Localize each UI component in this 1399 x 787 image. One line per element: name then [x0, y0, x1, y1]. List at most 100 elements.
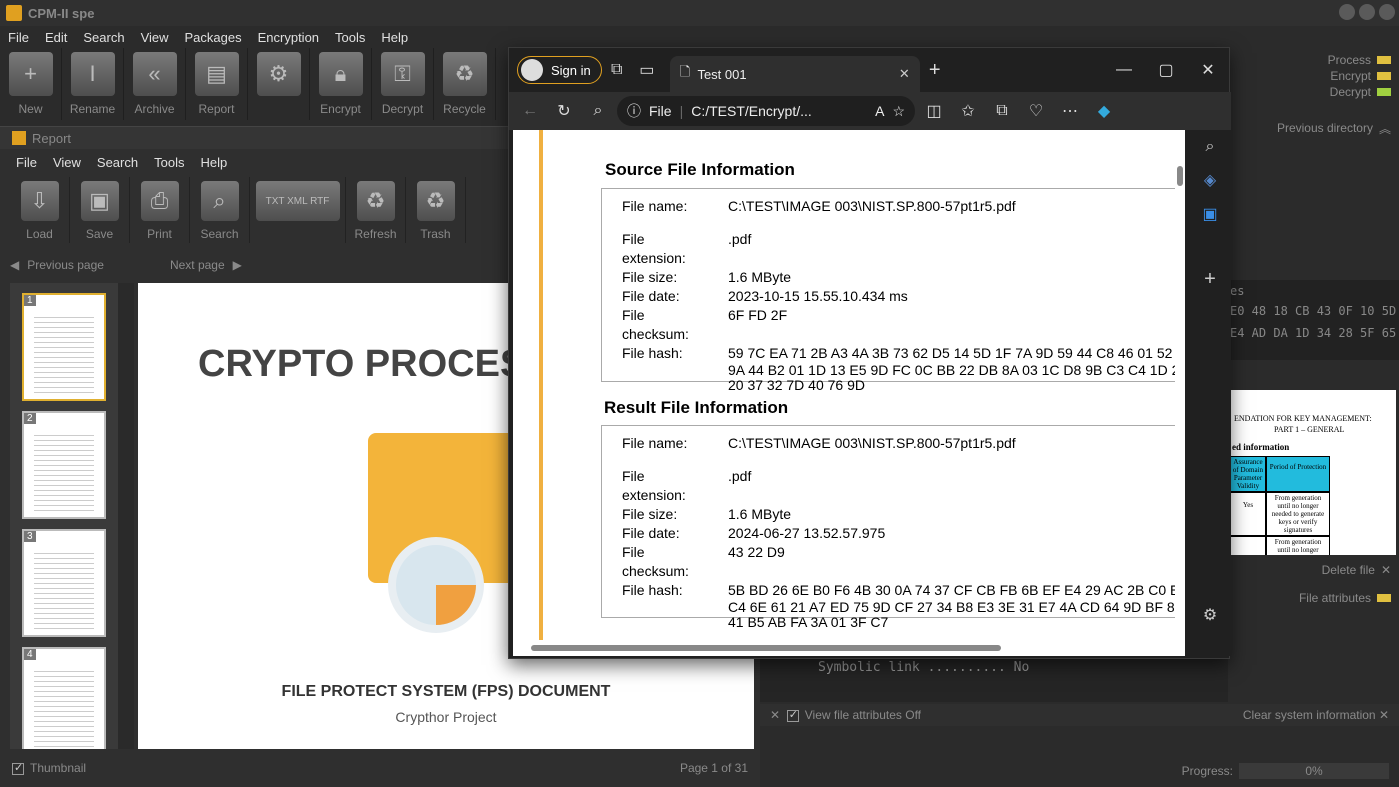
address-separator: |: [679, 103, 684, 119]
document-subtitle: Crypthor Project: [395, 709, 497, 725]
address-bar[interactable]: ⓘ File | C:/TEST/Encrypt/... A ☆: [617, 96, 915, 126]
rename-button[interactable]: I Rename: [62, 48, 124, 120]
workspaces-icon[interactable]: ⧉: [602, 55, 632, 85]
previous-directory-button[interactable]: Previous directory ︽: [1228, 120, 1399, 136]
thumbnail-page[interactable]: 2: [22, 411, 106, 519]
add-sidebar-icon[interactable]: +: [1204, 268, 1216, 291]
tab-close-icon[interactable]: ✕: [899, 66, 910, 82]
favorites-icon[interactable]: ✩: [953, 96, 983, 126]
report-menu-help[interactable]: Help: [192, 155, 235, 170]
search-icon[interactable]: ⌕: [1206, 138, 1215, 156]
report-button[interactable]: ▤ Report: [186, 48, 248, 120]
menu-help[interactable]: Help: [373, 30, 416, 45]
delete-file-label: Delete file: [1321, 563, 1375, 577]
save-button[interactable]: ▣ Save: [70, 177, 130, 243]
trash-button[interactable]: ♻ Trash: [406, 177, 466, 243]
report-search-button[interactable]: ⌕ Search: [190, 177, 250, 243]
minimize-icon[interactable]: [1339, 4, 1355, 20]
scroll-thumb[interactable]: [1177, 166, 1183, 186]
thumbnail-number: 2: [24, 413, 36, 424]
browser-tab[interactable]: 🗋 Test 001 ✕: [669, 56, 920, 92]
collections-icon[interactable]: ⧉: [987, 96, 1017, 126]
app-title: CPM-II spe: [28, 5, 95, 21]
browser-essentials-icon[interactable]: ♡: [1021, 96, 1051, 126]
avatar-icon: [521, 59, 543, 81]
split-screen-icon[interactable]: ◫: [919, 96, 949, 126]
previous-page-icon[interactable]: ◀: [10, 258, 19, 272]
info-value: 1.6 MByte: [728, 506, 792, 522]
menu-search[interactable]: Search: [75, 30, 132, 45]
new-button[interactable]: + New: [0, 48, 62, 120]
clear-system-info-button[interactable]: Clear system information ✕: [1243, 708, 1389, 722]
read-aloud-icon[interactable]: A: [875, 103, 884, 119]
report-menu-search[interactable]: Search: [89, 155, 146, 170]
menu-edit[interactable]: Edit: [37, 30, 75, 45]
new-icon: +: [8, 52, 53, 96]
previous-page-button[interactable]: Previous page: [27, 258, 104, 272]
refresh-button[interactable]: ♻ Refresh: [346, 177, 406, 243]
load-button[interactable]: ⇩ Load: [10, 177, 70, 243]
info-row: File name: C:\TEST\IMAGE 003\NIST.SP.800-…: [602, 434, 1181, 453]
report-menu-tools[interactable]: Tools: [146, 155, 192, 170]
back-icon[interactable]: ←: [515, 96, 545, 126]
report-menu-view[interactable]: View: [45, 155, 89, 170]
copilot-sidebar-icon[interactable]: ◈: [1204, 170, 1216, 190]
hex-line: E4 AD DA 1D 34 28 5F 65: [1230, 326, 1397, 340]
menu-packages[interactable]: Packages: [177, 30, 250, 45]
menu-tools[interactable]: Tools: [327, 30, 373, 45]
up-chevron-icon: ︽: [1378, 121, 1391, 136]
outlook-icon[interactable]: ▣: [1202, 204, 1217, 224]
thumbnail-page[interactable]: 4: [22, 647, 106, 749]
accent-bar: [539, 130, 543, 640]
minimize-icon[interactable]: —: [1109, 55, 1139, 85]
thumbnail-page[interactable]: 1: [22, 293, 106, 401]
tab-actions-icon[interactable]: ▭: [632, 55, 662, 85]
settings-gear-icon[interactable]: ⚙: [1203, 605, 1217, 625]
archive-button[interactable]: « Archive: [124, 48, 186, 120]
export-formats-icon: TXT XML RTF: [255, 181, 340, 221]
page-content: Source File Information File name: C:\TES…: [513, 130, 1185, 656]
thumbnail-toggle[interactable]: Thumbnail: [12, 761, 86, 775]
encrypt-label-r: Encrypt: [1330, 69, 1371, 83]
preview-cell: [1230, 536, 1266, 555]
report-menu-file[interactable]: File: [8, 155, 45, 170]
decrypt-label-r: Decrypt: [1329, 85, 1371, 99]
print-button[interactable]: ⎙ Print: [130, 177, 190, 243]
delete-file-button[interactable]: Delete file ✕: [1228, 562, 1399, 578]
info-value: 2024-06-27 13.52.57.975: [728, 525, 886, 541]
next-page-button[interactable]: Next page: [170, 258, 225, 272]
favorite-star-icon[interactable]: ☆: [892, 103, 905, 120]
address-path: C:/TEST/Encrypt/...: [691, 103, 812, 119]
thumbnail-scrollbar[interactable]: [118, 283, 134, 749]
scroll-thumb[interactable]: [531, 645, 1001, 651]
thumbnail-preview: [34, 667, 94, 747]
encrypt-button[interactable]: 🔒︎ Encrypt: [310, 48, 372, 120]
more-options-icon[interactable]: ⋯: [1055, 96, 1085, 126]
maximize-icon[interactable]: ▢: [1151, 55, 1181, 85]
view-attributes-toggle[interactable]: ✕ View file attributes Off: [770, 708, 921, 722]
attributes-bar: ✕ View file attributes Off Clear system …: [760, 704, 1399, 726]
reload-icon[interactable]: ↻: [549, 96, 579, 126]
decrypt-button[interactable]: ⚿ Decrypt: [372, 48, 434, 120]
horizontal-scrollbar[interactable]: [513, 640, 1175, 656]
copilot-icon[interactable]: ◆: [1089, 96, 1119, 126]
recycle-button[interactable]: ♻ Recycle: [434, 48, 496, 120]
search-icon[interactable]: ⌕: [583, 96, 613, 126]
tools-button[interactable]: ⚙: [248, 48, 310, 120]
close-icon[interactable]: ✕: [1193, 55, 1223, 85]
thumbnail-page[interactable]: 3: [22, 529, 106, 637]
info-row: File hash: 5B BD 26 6E B0 F6 4B 30 0A 74 …: [602, 581, 1183, 600]
menu-encryption[interactable]: Encryption: [250, 30, 327, 45]
sign-in-button[interactable]: Sign in: [517, 56, 602, 84]
result-section-title: Result File Information: [604, 398, 789, 417]
new-tab-icon[interactable]: +: [920, 55, 950, 85]
next-page-icon[interactable]: ▶: [233, 258, 242, 272]
menu-file[interactable]: File: [0, 30, 37, 45]
close-icon[interactable]: [1379, 4, 1395, 20]
archive-label: Archive: [134, 102, 175, 116]
vertical-scrollbar[interactable]: [1175, 130, 1185, 640]
export-formats-button[interactable]: TXT XML RTF: [250, 177, 346, 243]
menu-view[interactable]: View: [133, 30, 177, 45]
preview-col-header: Period of Protection: [1266, 456, 1330, 492]
maximize-icon[interactable]: [1359, 4, 1375, 20]
